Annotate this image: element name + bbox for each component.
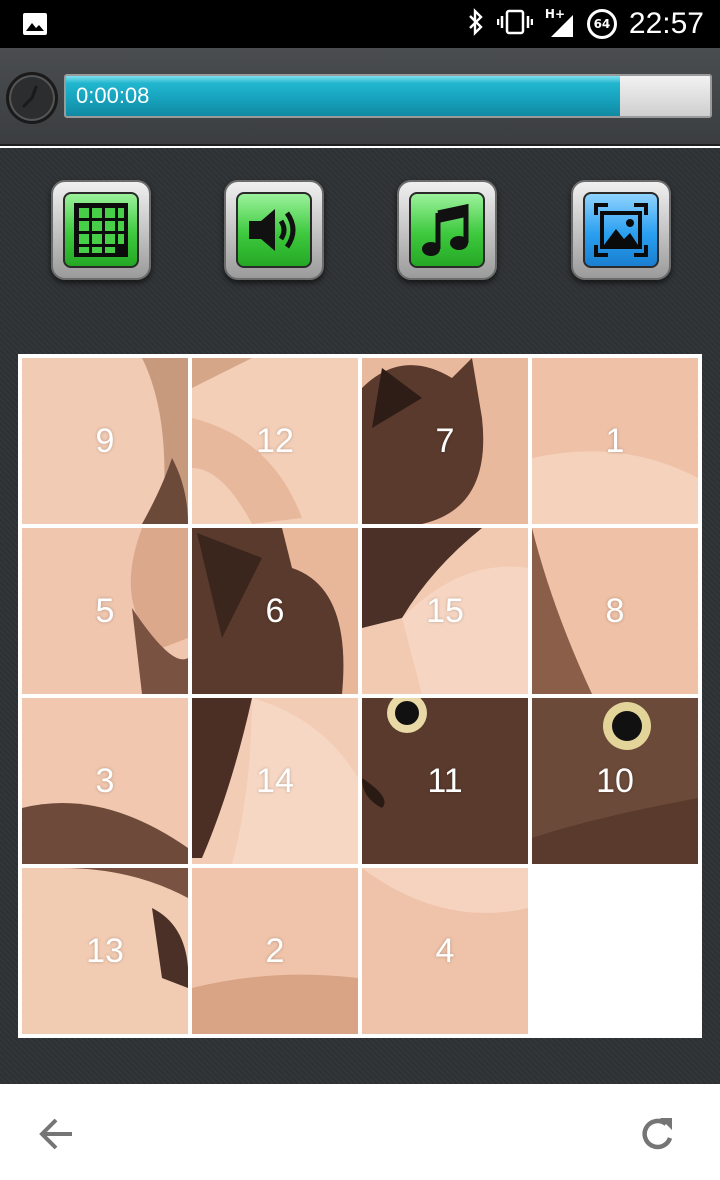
tile-number: 11 <box>427 761 463 800</box>
vibrate-icon <box>496 8 534 40</box>
puzzle-tile[interactable]: 12 <box>192 358 358 524</box>
tile-number: 6 <box>265 591 285 630</box>
bluetooth-icon <box>467 8 485 40</box>
empty-slot <box>532 868 698 1034</box>
puzzle-tile[interactable]: 1 <box>532 358 698 524</box>
speaker-icon <box>249 209 296 251</box>
game-area: 9 12 7 1 5 6 15 8 3 14 11 10 13 2 4 <box>0 148 720 1084</box>
puzzle-tile[interactable]: 4 <box>362 868 528 1034</box>
music-note-icon <box>422 203 469 256</box>
puzzle-tile[interactable]: 2 <box>192 868 358 1034</box>
tile-number: 10 <box>596 761 634 800</box>
puzzle-tile[interactable]: 11 <box>362 698 528 864</box>
puzzle-tile[interactable]: 8 <box>532 528 698 694</box>
bottom-nav <box>0 1084 720 1180</box>
status-time: 22:57 <box>628 7 704 40</box>
clock-icon <box>6 72 58 124</box>
toolbar <box>0 180 720 282</box>
puzzle-tile[interactable]: 6 <box>192 528 358 694</box>
grid-size-button[interactable] <box>51 180 151 280</box>
sound-button[interactable] <box>224 180 324 280</box>
change-image-button[interactable] <box>571 180 671 280</box>
puzzle-tile[interactable]: 14 <box>192 698 358 864</box>
puzzle-tile[interactable]: 9 <box>22 358 188 524</box>
puzzle-tile[interactable]: 13 <box>22 868 188 1034</box>
puzzle-tile[interactable]: 15 <box>362 528 528 694</box>
timer-bar: 0:00:08 <box>0 48 720 146</box>
status-bar: H+ 64 22:57 <box>0 0 720 48</box>
tile-number: 4 <box>435 931 455 970</box>
tile-number: 5 <box>95 591 115 630</box>
tile-number: 13 <box>86 931 124 970</box>
music-button[interactable] <box>397 180 497 280</box>
tile-number: 1 <box>605 421 625 460</box>
tile-number: 2 <box>265 931 285 970</box>
signal-icon: H+ <box>545 7 575 39</box>
elapsed-time: 0:00:08 <box>76 83 150 108</box>
tile-number: 3 <box>95 761 115 800</box>
tile-number: 9 <box>95 421 115 460</box>
tile-number: 8 <box>605 591 625 630</box>
puzzle-tile[interactable]: 3 <box>22 698 188 864</box>
timer-progress-bar: 0:00:08 <box>64 74 712 118</box>
image-notification-icon <box>22 12 48 40</box>
tile-number: 15 <box>426 591 464 630</box>
grid-icon <box>74 203 128 257</box>
puzzle-tile[interactable]: 10 <box>532 698 698 864</box>
battery-icon: 64 <box>586 9 617 39</box>
puzzle-board: 9 12 7 1 5 6 15 8 3 14 11 10 13 2 4 <box>18 354 702 1038</box>
back-arrow-icon[interactable] <box>36 1112 80 1156</box>
puzzle-tile[interactable]: 5 <box>22 528 188 694</box>
puzzle-tile[interactable]: 7 <box>362 358 528 524</box>
refresh-icon[interactable] <box>636 1112 680 1156</box>
image-frame-icon <box>594 203 648 257</box>
tile-number: 12 <box>256 421 294 460</box>
tile-number: 14 <box>256 761 294 800</box>
tile-number: 7 <box>435 421 455 460</box>
